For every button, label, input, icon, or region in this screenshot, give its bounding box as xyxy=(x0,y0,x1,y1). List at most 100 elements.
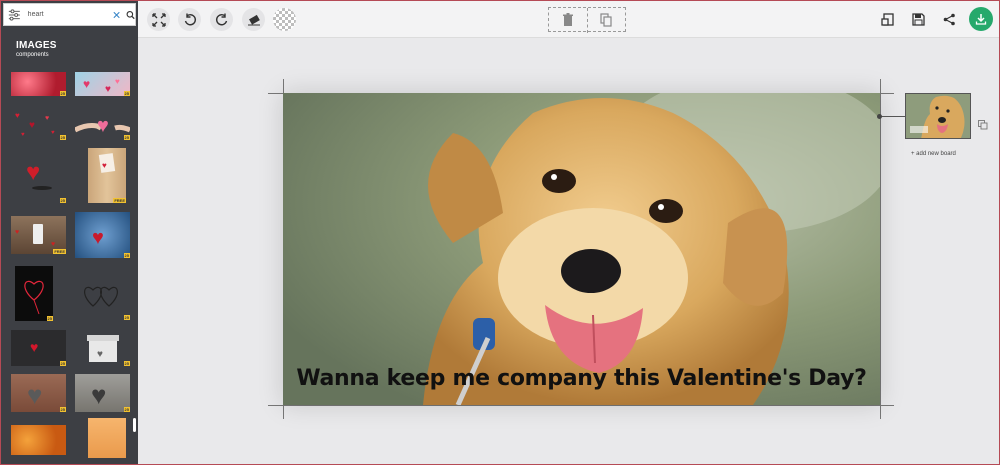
svg-text:♥: ♥ xyxy=(45,115,49,122)
gift-graphic: ♥ xyxy=(87,335,119,362)
svg-text:♥: ♥ xyxy=(51,130,55,136)
thumb-blue-heart-ornament[interactable]: ♥ 25 xyxy=(75,212,130,258)
svg-text:♥: ♥ xyxy=(51,241,55,248)
svg-text:♥: ♥ xyxy=(29,120,35,131)
hand-heart-graphic: ♥ xyxy=(75,115,130,137)
share-button[interactable] xyxy=(942,12,956,26)
guide-right xyxy=(880,79,881,419)
thumb-gift-box-heart[interactable]: ♥ 25 xyxy=(75,326,130,366)
svg-text:♥: ♥ xyxy=(21,132,25,138)
heart-graphic: ♥ xyxy=(27,380,42,410)
resize-icon xyxy=(880,12,894,26)
duplicate-board-icon[interactable] xyxy=(978,120,988,130)
search-bar xyxy=(3,3,136,26)
outline-hearts-graphic xyxy=(84,286,118,307)
svg-text:♥: ♥ xyxy=(91,380,106,410)
guide-bottom xyxy=(268,405,894,406)
thumb-badge: 25 xyxy=(123,407,130,412)
heart-graphic: ♥ xyxy=(92,227,104,249)
copy-icon xyxy=(600,13,612,27)
thumb-badge: 25 xyxy=(59,135,66,140)
board-connector-dot xyxy=(877,114,882,119)
svg-text:♥: ♥ xyxy=(83,77,90,91)
thumb-neon-heart-dark[interactable]: 25 xyxy=(15,266,53,321)
download-button[interactable] xyxy=(969,7,993,31)
top-toolbar xyxy=(138,0,1000,38)
board-preview-image xyxy=(906,94,970,138)
thumb-hand-pink-heart[interactable]: ♥ 25 xyxy=(75,104,130,140)
thumb-badge: 25 xyxy=(59,91,66,96)
design-canvas[interactable]: Wanna keep me company this Valentine's D… xyxy=(283,93,880,405)
undo-icon xyxy=(184,13,196,25)
eraser-button[interactable] xyxy=(242,8,265,31)
transparency-button[interactable] xyxy=(273,8,296,31)
thumb-badge: 25 xyxy=(123,253,130,258)
puppy-photo[interactable] xyxy=(283,93,880,405)
svg-text:♥: ♥ xyxy=(30,339,38,355)
svg-text:♥: ♥ xyxy=(105,84,111,95)
thumb-wooden-card-heart[interactable]: ♥ FREE xyxy=(88,148,126,203)
thumb-outline-hearts[interactable]: 25 xyxy=(75,270,130,320)
undo-button[interactable] xyxy=(178,8,201,31)
thumb-pink-hearts-blue[interactable]: ♥ ♥ ♥ 25 xyxy=(75,72,130,96)
svg-text:♥: ♥ xyxy=(115,77,120,86)
duplicate-button[interactable] xyxy=(597,12,615,28)
canvas-caption[interactable]: Wanna keep me company this Valentine's D… xyxy=(283,366,880,391)
thumb-orange-flowers[interactable] xyxy=(11,425,66,455)
thumb-red-bow-heart[interactable]: ♥ 25 xyxy=(11,148,66,203)
svg-text:♥: ♥ xyxy=(15,229,19,236)
heart-graphic: ♥ xyxy=(91,380,106,410)
board-connector xyxy=(880,116,905,117)
thumb-badge: 25 xyxy=(59,361,66,366)
thumb-phone-on-wood[interactable]: ♥ ♥ FREE xyxy=(11,216,66,254)
floppy-disk-icon xyxy=(911,12,925,26)
neon-heart-graphic xyxy=(24,280,44,315)
thumb-wood-heart-cutout[interactable]: ♥ 25 xyxy=(11,374,66,412)
thumb-red-hearts-bokeh[interactable]: 25 xyxy=(11,72,66,96)
fit-screen-button[interactable] xyxy=(147,8,170,31)
filter-sliders-icon[interactable] xyxy=(7,7,22,23)
hearts-graphic: ♥ ♥ ♥ ♥ ♥ xyxy=(15,111,55,138)
eraser-icon xyxy=(247,14,260,25)
add-new-board-link[interactable]: + add new board xyxy=(911,151,956,157)
thumb-badge: 25 xyxy=(123,135,130,140)
thumb-badge: 25 xyxy=(59,407,66,412)
svg-text:♥: ♥ xyxy=(97,115,109,137)
thumb-badge: FREE xyxy=(113,198,126,203)
download-icon xyxy=(975,14,987,25)
redo-button[interactable] xyxy=(210,8,233,31)
search-icon[interactable] xyxy=(126,10,135,20)
thumb-badge: 25 xyxy=(46,316,53,321)
thumb-badge: 25 xyxy=(123,315,130,320)
thumb-peach-paper[interactable] xyxy=(88,418,126,458)
group-divider xyxy=(587,8,588,33)
svg-text:♥: ♥ xyxy=(15,111,20,120)
sidebar-scrollbar[interactable] xyxy=(133,418,136,432)
thumb-badge: 25 xyxy=(123,91,130,96)
share-icon xyxy=(943,13,955,25)
svg-text:♥: ♥ xyxy=(102,161,107,170)
clear-search-icon[interactable] xyxy=(112,10,121,20)
heart-graphic: ♥ xyxy=(30,339,38,355)
card-graphic: ♥ xyxy=(98,153,116,173)
resize-button[interactable] xyxy=(880,12,894,26)
sidebar-subtitle: components xyxy=(16,52,49,58)
thumb-gray-wood-heart[interactable]: ♥ 25 xyxy=(75,374,130,412)
trash-icon xyxy=(563,13,573,26)
bow-graphic: ♥ xyxy=(26,159,52,190)
delete-button[interactable] xyxy=(559,12,577,28)
expand-arrows-icon xyxy=(151,12,166,27)
thumb-badge: FREE xyxy=(53,249,66,254)
svg-text:♥: ♥ xyxy=(26,159,40,186)
board-thumbnail[interactable] xyxy=(905,93,971,139)
thumb-badge: 25 xyxy=(59,198,66,203)
search-input[interactable] xyxy=(27,11,110,18)
save-button[interactable] xyxy=(911,12,925,26)
images-sidebar: IMAGES components 25 ♥♥♥ 25 ♥♥♥♥♥ 25 ♥ 2… xyxy=(0,0,138,465)
element-actions-group xyxy=(548,7,626,33)
thumb-scattered-red-hearts[interactable]: ♥ ♥ ♥ ♥ ♥ 25 xyxy=(11,104,66,140)
thumb-small-red-heart[interactable]: ♥ 25 xyxy=(11,330,66,366)
thumb-badge: 25 xyxy=(123,361,130,366)
sidebar-title: IMAGES xyxy=(16,40,57,51)
redo-icon xyxy=(215,13,227,25)
